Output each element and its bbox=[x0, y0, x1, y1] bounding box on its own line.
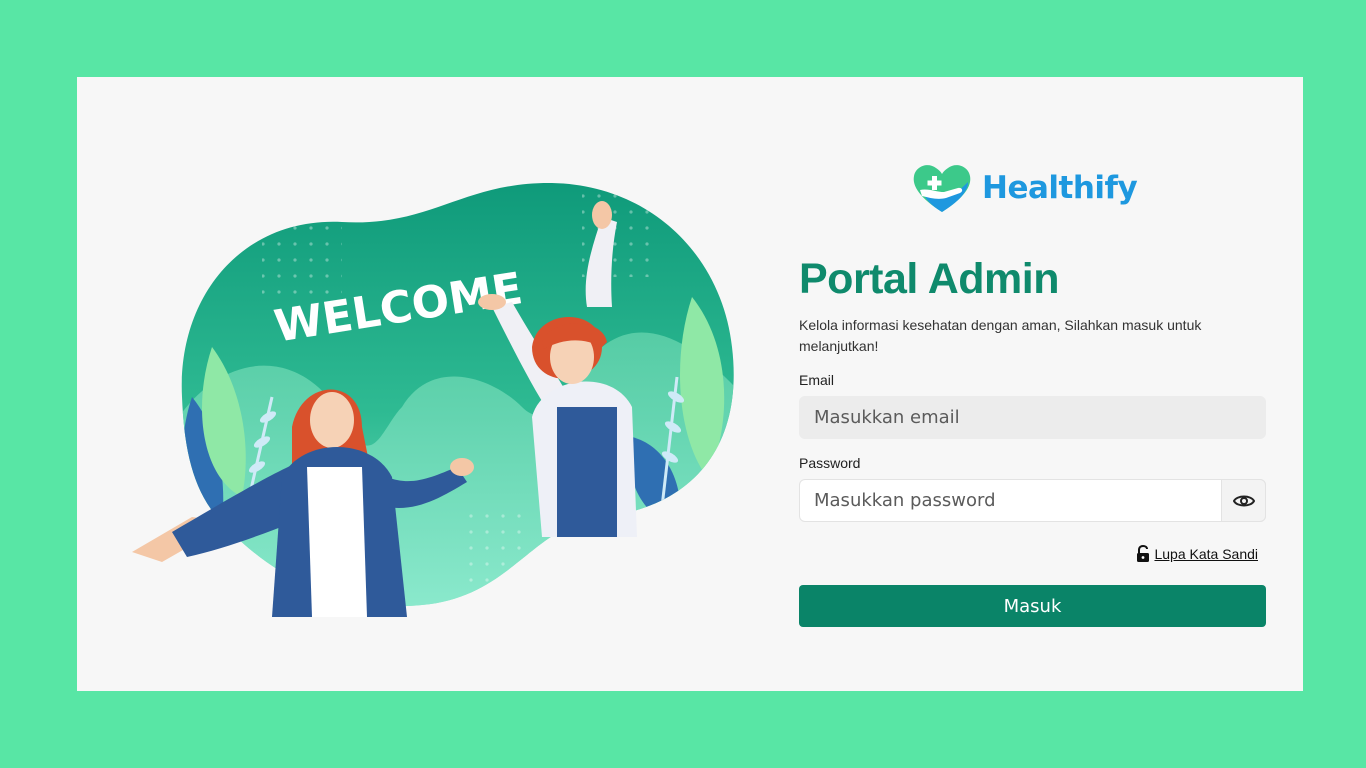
brand-name: Healthify bbox=[982, 170, 1138, 206]
brand: Healthify bbox=[910, 160, 1138, 216]
heart-hand-cross-icon bbox=[913, 165, 971, 212]
password-field-wrapper bbox=[799, 479, 1266, 522]
login-form: Portal Admin Kelola informasi kesehatan … bbox=[799, 255, 1266, 627]
welcome-illustration: WELCOME bbox=[132, 182, 734, 617]
unlock-icon bbox=[1137, 545, 1150, 562]
toggle-password-button[interactable] bbox=[1221, 479, 1266, 522]
password-label: Password bbox=[799, 455, 861, 471]
email-field-wrapper bbox=[799, 396, 1266, 439]
login-card: WELCOME Healthify Portal Admin Kelola in… bbox=[77, 77, 1303, 691]
password-input[interactable] bbox=[799, 479, 1266, 522]
page-title: Portal Admin bbox=[799, 255, 1059, 303]
eye-icon bbox=[1232, 495, 1255, 506]
page-subtitle: Kelola informasi kesehatan dengan aman, … bbox=[799, 317, 1202, 354]
forgot-password-link[interactable]: Lupa Kata Sandi bbox=[1154, 546, 1258, 562]
login-submit-button[interactable]: Masuk bbox=[799, 585, 1266, 627]
forgot-password-row: Lupa Kata Sandi bbox=[799, 545, 1265, 563]
email-input[interactable] bbox=[799, 396, 1266, 439]
email-label: Email bbox=[799, 372, 835, 388]
